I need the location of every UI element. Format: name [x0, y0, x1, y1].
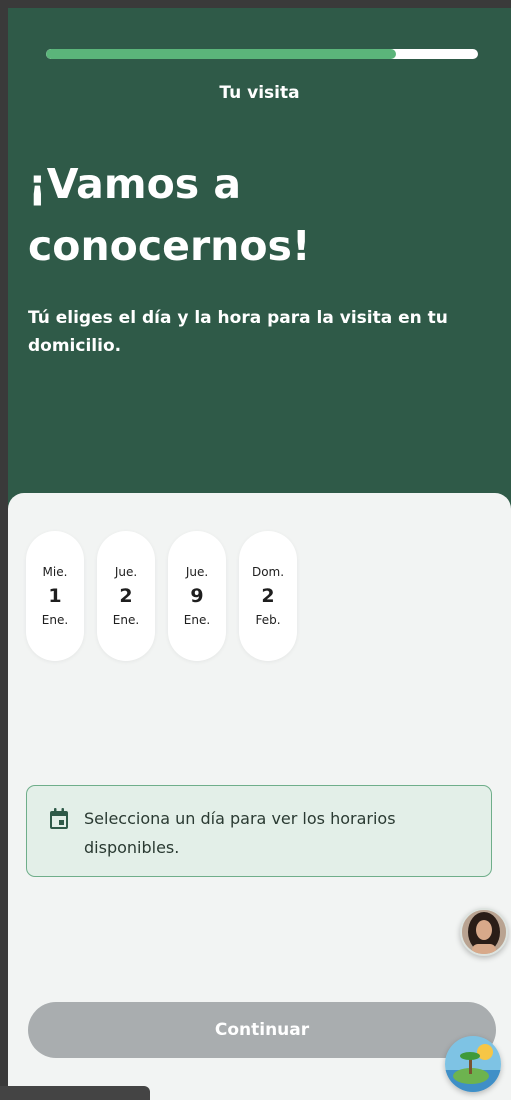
- date-month: Ene.: [41, 613, 69, 627]
- assistant-avatar-icon[interactable]: [460, 908, 508, 956]
- date-day: 1: [48, 585, 62, 607]
- progress-bar: [46, 49, 478, 59]
- date-day: 2: [261, 585, 275, 607]
- date-weekday: Dom.: [251, 565, 285, 579]
- step-label: Tu visita: [219, 83, 300, 103]
- page-subtitle: Tú eliges el día y la hora para la visit…: [28, 308, 448, 356]
- progress-fill: [46, 49, 396, 59]
- date-day: 9: [190, 585, 204, 607]
- date-weekday: Jue.: [185, 565, 209, 579]
- date-option[interactable]: Dom. 2 Feb.: [239, 531, 297, 661]
- date-option[interactable]: Jue. 2 Ene.: [97, 531, 155, 661]
- title-line-1: ¡Vamos a: [28, 160, 242, 208]
- island-badge-icon[interactable]: [445, 1036, 501, 1092]
- date-weekday: Mie.: [42, 565, 68, 579]
- calendar-icon: [49, 808, 69, 834]
- date-day: 2: [119, 585, 133, 607]
- info-text: Selecciona un día para ver los horarios …: [84, 809, 396, 857]
- page-title: ¡Vamos a conocernos!: [28, 153, 498, 277]
- date-month: Feb.: [255, 613, 281, 627]
- bottom-edge-tab: [0, 1086, 150, 1100]
- app-screen: Tu visita ¡Vamos a conocernos! Tú eliges …: [8, 8, 511, 1100]
- date-month: Ene.: [112, 613, 140, 627]
- title-line-2: conocernos!: [28, 222, 311, 270]
- date-option[interactable]: Mie. 1 Ene.: [26, 531, 84, 661]
- continue-button[interactable]: Continuar: [28, 1002, 496, 1058]
- date-option[interactable]: Jue. 9 Ene.: [168, 531, 226, 661]
- date-month: Ene.: [183, 613, 211, 627]
- info-notice: Selecciona un día para ver los horarios …: [26, 785, 492, 877]
- date-weekday: Jue.: [114, 565, 138, 579]
